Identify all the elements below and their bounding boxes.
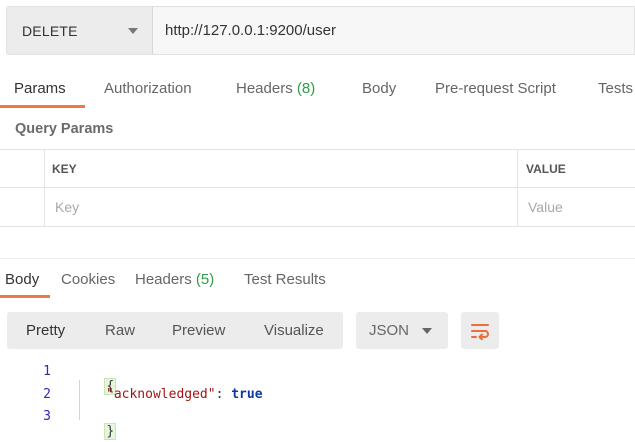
tab-label: Headers bbox=[236, 80, 293, 97]
code-line: "acknowledged": true bbox=[106, 387, 263, 402]
query-params-table: KEY VALUE Key Value bbox=[0, 149, 635, 227]
json-colon: : bbox=[215, 387, 232, 402]
column-header-value: VALUE bbox=[526, 162, 566, 176]
request-bar: DELETE http://127.0.0.1:9200/user bbox=[6, 6, 635, 55]
wrap-lines-button[interactable] bbox=[461, 312, 499, 349]
column-divider bbox=[517, 150, 518, 227]
chevron-down-icon bbox=[422, 328, 432, 334]
close-brace: } bbox=[104, 423, 117, 440]
line-number: 1 bbox=[43, 364, 51, 379]
wrap-lines-icon bbox=[471, 323, 489, 340]
tab-count: (5) bbox=[195, 271, 215, 288]
column-divider bbox=[44, 150, 45, 227]
format-label: JSON bbox=[369, 322, 410, 339]
tab-label: Body bbox=[362, 80, 397, 97]
response-tabs: Body Cookies Headers (5) Test Results bbox=[0, 258, 635, 298]
tab-label: Cookies bbox=[61, 271, 116, 288]
tab-label: Pre-request Script bbox=[435, 80, 556, 97]
response-tab-test-results[interactable]: Test Results bbox=[244, 271, 326, 288]
table-header-row: KEY VALUE bbox=[0, 150, 635, 188]
response-tab-headers[interactable]: Headers (5) bbox=[135, 271, 214, 288]
tab-tests[interactable]: Tests bbox=[598, 80, 633, 97]
tab-pre-request-script[interactable]: Pre-request Script bbox=[435, 80, 556, 97]
format-select[interactable]: JSON bbox=[356, 312, 448, 349]
view-preview-button[interactable]: Preview bbox=[172, 322, 225, 339]
table-row: Key Value bbox=[0, 188, 635, 226]
query-params-title: Query Params bbox=[15, 121, 114, 137]
view-pretty-button[interactable]: Pretty bbox=[26, 322, 65, 339]
chevron-down-icon bbox=[128, 28, 138, 34]
json-key: "acknowledged" bbox=[106, 387, 216, 402]
method-label: DELETE bbox=[22, 22, 78, 39]
view-visualize-button[interactable]: Visualize bbox=[264, 322, 324, 339]
tab-label: Tests bbox=[598, 80, 634, 97]
code-line: } bbox=[73, 409, 117, 442]
column-header-key: KEY bbox=[52, 162, 77, 176]
param-key-input[interactable]: Key bbox=[55, 199, 79, 215]
response-tab-body[interactable]: Body bbox=[5, 271, 39, 288]
line-number: 2 bbox=[43, 387, 51, 402]
param-value-input[interactable]: Value bbox=[528, 199, 563, 215]
json-value: true bbox=[231, 387, 263, 402]
tab-label: Headers bbox=[135, 271, 192, 288]
method-select[interactable]: DELETE bbox=[6, 6, 152, 55]
active-tab-underline bbox=[0, 105, 85, 108]
tab-body[interactable]: Body bbox=[362, 80, 396, 97]
view-raw-button[interactable]: Raw bbox=[105, 322, 135, 339]
response-body-viewer[interactable]: 1 2 3 { "acknowledged": true } bbox=[0, 360, 635, 442]
tab-count: (8) bbox=[296, 80, 316, 97]
tab-label: Params bbox=[14, 80, 66, 97]
view-mode-group: Pretty Raw Preview Visualize bbox=[7, 312, 343, 349]
url-input[interactable]: http://127.0.0.1:9200/user bbox=[152, 6, 635, 55]
tab-label: Test Results bbox=[244, 271, 326, 288]
active-tab-underline bbox=[0, 295, 50, 298]
tab-params[interactable]: Params bbox=[14, 80, 66, 97]
tab-authorization[interactable]: Authorization bbox=[104, 80, 192, 97]
line-number: 3 bbox=[43, 409, 51, 424]
request-tabs: Params Authorization Headers (8) Body Pr… bbox=[0, 72, 635, 108]
response-tab-cookies[interactable]: Cookies bbox=[61, 271, 115, 288]
tab-headers[interactable]: Headers (8) bbox=[236, 80, 315, 97]
tab-label: Authorization bbox=[104, 80, 192, 97]
tab-label: Body bbox=[5, 271, 40, 288]
